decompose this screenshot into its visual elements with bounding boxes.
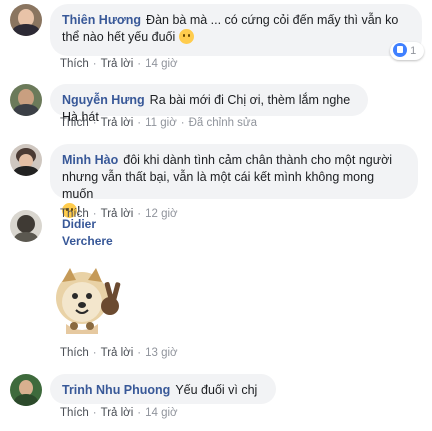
reply-link[interactable]: Trả lời [101,347,134,359]
comment-actions: Thích · Trả lời · 14 giờ [60,58,178,70]
like-link[interactable]: Thích [60,347,89,359]
comment-bubble: Trinh Nhu Phuong Yếu đuối vì chj [50,374,276,404]
comment-author[interactable]: Minh Hào [62,153,118,167]
avatar[interactable] [10,84,42,116]
comment-time[interactable]: 13 giờ [145,347,177,359]
reply-link[interactable]: Trả lời [101,407,134,419]
reply-link[interactable]: Trả lời [101,58,134,70]
reaction-badge[interactable]: 1 [390,42,424,60]
comment-bubble: Didier Verchere [50,214,162,248]
avatar[interactable] [10,144,42,176]
comment-author[interactable]: Thiên Hương [62,13,141,27]
edited-label[interactable]: Đã chỉnh sửa [189,117,257,129]
comment-author[interactable]: Nguyễn Hưng [62,93,145,107]
shiba-dog-sticker-icon [56,268,121,334]
comment-bubble: Thiên Hương Đàn bà mà ... có cứng cỏi đến… [50,4,422,56]
comment-time[interactable]: 11 giờ [145,117,177,129]
comment-actions: Thích · Trả lời · 11 giờ · Đã chỉnh sửa [60,117,258,129]
comment-bubble: Minh Hào đôi khi dành tình cảm chân thành… [50,144,418,218]
comment-time[interactable]: 14 giờ [145,407,177,419]
comment-time[interactable]: 14 giờ [145,58,177,70]
sticker-image[interactable] [52,262,132,342]
emoji-icon [178,29,194,44]
comment-author[interactable]: Trinh Nhu Phuong [62,383,170,397]
comment-text: Yếu đuối vì chj [175,383,258,397]
comment-actions: Thích · Trả lời · 13 giờ [60,347,178,359]
comment-author[interactable]: Didier Verchere [62,217,113,248]
comment-bubble: Nguyễn Hưng Ra bài mới đi Chị ơi, thèm lắ… [50,84,368,124]
avatar[interactable] [10,210,42,242]
avatar[interactable] [10,374,42,406]
like-icon [393,43,407,57]
comment-actions: Thích · Trả lời · 14 giờ [60,407,178,419]
like-link[interactable]: Thích [60,58,89,70]
reply-link[interactable]: Trả lời [101,117,134,129]
like-link[interactable]: Thích [60,117,89,129]
reaction-count: 1 [410,45,417,57]
avatar[interactable] [10,4,42,36]
like-link[interactable]: Thích [60,407,89,419]
